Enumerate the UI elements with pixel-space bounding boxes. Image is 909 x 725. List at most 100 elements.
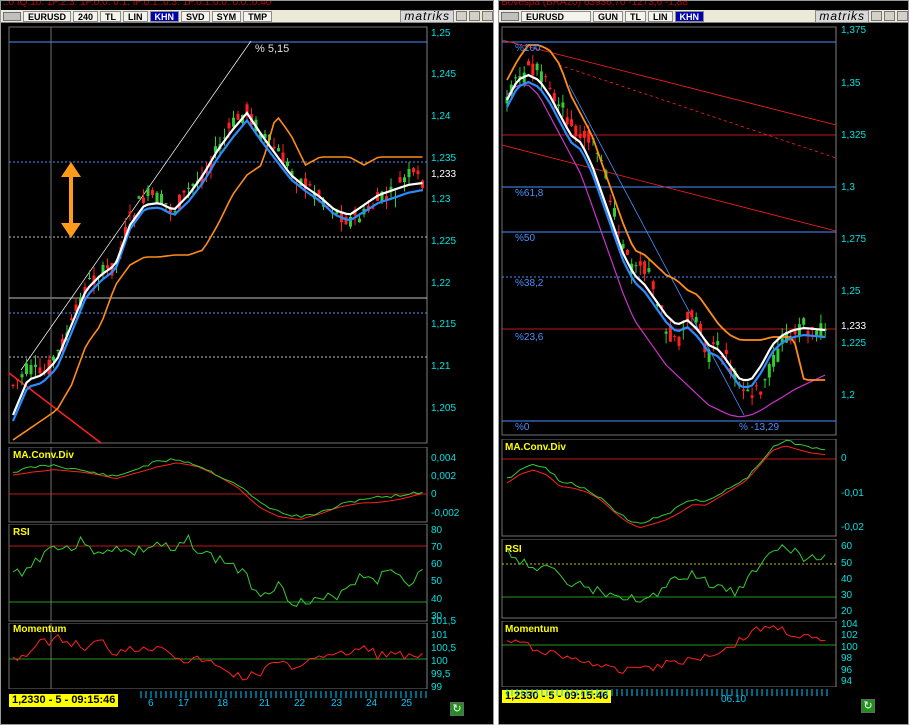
momentum-axis-label: 101,5 bbox=[431, 616, 457, 627]
left-rsi-panel[interactable] bbox=[1, 524, 494, 622]
brand-logo: matriks bbox=[815, 9, 869, 23]
brand-logo: matriks bbox=[400, 9, 454, 23]
candle-body bbox=[742, 389, 745, 391]
candle-body bbox=[578, 133, 582, 138]
rsi-axis-label: 50 bbox=[431, 576, 443, 587]
price-axis-label: 1,25 bbox=[841, 286, 861, 297]
candle-body bbox=[694, 316, 698, 323]
window-menu-icon[interactable] bbox=[501, 11, 519, 21]
symbol-field[interactable]: EURUSD bbox=[23, 10, 72, 22]
symbol-field[interactable]: EURUSD bbox=[521, 10, 591, 22]
toolbar-button-tl[interactable]: TL bbox=[625, 10, 646, 22]
candle-body bbox=[146, 188, 150, 197]
candle-body bbox=[716, 341, 720, 345]
toolbar-button-svd[interactable]: SVD bbox=[181, 10, 210, 22]
maximize-button[interactable] bbox=[469, 11, 480, 21]
candle-body bbox=[677, 336, 681, 347]
momentum-axis-label: 102 bbox=[841, 630, 858, 641]
macd-axis-label: 0 bbox=[841, 453, 847, 464]
price-axis-label: 1,215 bbox=[431, 319, 457, 330]
candle-body bbox=[544, 76, 548, 78]
pct-annotation: % 5,15 bbox=[255, 43, 289, 55]
candle-body bbox=[582, 130, 586, 138]
toolbar-button-tmp[interactable]: TMP bbox=[243, 10, 273, 22]
candle-body bbox=[128, 211, 132, 214]
toolbar-button-lin[interactable]: LIN bbox=[648, 10, 673, 22]
minimize-button[interactable] bbox=[871, 11, 882, 21]
rsi-axis-label: 20 bbox=[841, 606, 853, 617]
rsi-axis-label: 80 bbox=[431, 525, 443, 536]
price-axis-label: 1,23 bbox=[431, 194, 451, 205]
candle-body bbox=[286, 161, 289, 167]
minimize-button[interactable] bbox=[456, 11, 467, 21]
candle-body bbox=[651, 281, 655, 290]
candle-body bbox=[767, 364, 771, 378]
ticker-strip: ..0 IQ.10. 1P.2.3. 1P.0,0. 0.1. IP.0.1..… bbox=[3, 0, 272, 8]
rsi-axis-label: 50 bbox=[841, 558, 853, 569]
price-axis-label: 1,3 bbox=[841, 182, 855, 193]
fib-label: %50 bbox=[515, 233, 536, 244]
price-axis-label: 1,24 bbox=[431, 111, 451, 122]
candle-body bbox=[664, 331, 668, 334]
fib-label: %23,6 bbox=[515, 332, 544, 343]
toolbar-button-lin[interactable]: LIN bbox=[123, 10, 148, 22]
last-price-label: 1,233 bbox=[841, 321, 867, 332]
candle-body bbox=[548, 87, 552, 90]
toolbar-button-khn[interactable]: KHN bbox=[149, 10, 180, 22]
left-toolbar: EURUSD 240 TL LIN KHN SVD SYM TMP matrik… bbox=[1, 9, 493, 23]
candle-body bbox=[25, 363, 28, 374]
price-axis-label: 1,225 bbox=[841, 338, 867, 349]
candle-body bbox=[20, 374, 24, 378]
candle-body bbox=[625, 249, 629, 255]
candle-body bbox=[187, 187, 190, 189]
candle-body bbox=[746, 389, 750, 392]
period-field[interactable]: 240 bbox=[73, 10, 99, 22]
candle-body bbox=[137, 196, 141, 199]
macd-axis-label: 0,002 bbox=[431, 471, 457, 482]
candle-body bbox=[514, 77, 518, 79]
period-field[interactable]: GUN bbox=[593, 10, 623, 22]
left-momentum-panel[interactable] bbox=[1, 623, 494, 689]
rsi-axis-label: 30 bbox=[841, 590, 853, 601]
momentum-axis-label: 100,5 bbox=[431, 643, 457, 654]
date-label: 17 bbox=[178, 698, 190, 709]
refresh-icon[interactable]: ↻ bbox=[861, 699, 875, 713]
candle-body bbox=[160, 194, 163, 204]
candle-body bbox=[232, 117, 235, 127]
candle-body bbox=[535, 63, 539, 71]
maximize-button[interactable] bbox=[884, 11, 895, 21]
left-price-chart[interactable]: % 5,15 bbox=[1, 25, 494, 445]
candle-body bbox=[647, 268, 651, 272]
candle-body bbox=[16, 379, 19, 381]
candle-body bbox=[398, 177, 402, 183]
candle-body bbox=[608, 200, 612, 203]
candle-body bbox=[403, 177, 406, 182]
candle-body bbox=[763, 379, 767, 381]
toolbar-button-tl[interactable]: TL bbox=[100, 10, 122, 22]
right-toolbar: EURUSD GUN TL LIN KHN matriks bbox=[499, 9, 908, 23]
toolbar-button-khn[interactable]: KHN bbox=[674, 10, 704, 22]
close-button[interactable] bbox=[482, 11, 493, 21]
macd-axis-label: 0,004 bbox=[431, 453, 457, 464]
price-axis-label: 1,235 bbox=[431, 153, 457, 164]
price-axis-label: 1,35 bbox=[841, 78, 861, 89]
momentum-axis-label: 101 bbox=[431, 630, 448, 641]
left-macd-panel[interactable] bbox=[1, 447, 494, 523]
refresh-icon[interactable]: ↻ bbox=[450, 702, 464, 716]
candle-body bbox=[754, 385, 758, 387]
window-menu-icon[interactable] bbox=[3, 11, 21, 21]
toolbar-button-sym[interactable]: SYM bbox=[211, 10, 242, 22]
candle-body bbox=[531, 63, 535, 76]
ticker-strip: Bovespa (BRA20) 63936,70 -1273,6 -1,88 bbox=[501, 0, 688, 8]
left-chart-window: ..0 IQ.10. 1P.2.3. 1P.0,0. 0.1. IP.0.1..… bbox=[0, 0, 494, 725]
candle-body bbox=[277, 148, 280, 152]
right-date-ticks bbox=[506, 689, 828, 696]
price-axis-label: 1,2 bbox=[841, 390, 855, 401]
candle-body bbox=[88, 277, 91, 279]
candle-body bbox=[643, 261, 647, 275]
candle-body bbox=[34, 364, 37, 367]
close-button[interactable] bbox=[897, 11, 908, 21]
rsi-label: RSI bbox=[505, 544, 522, 555]
candle-body bbox=[358, 218, 361, 223]
price-axis-label: 1,25 bbox=[431, 28, 451, 39]
